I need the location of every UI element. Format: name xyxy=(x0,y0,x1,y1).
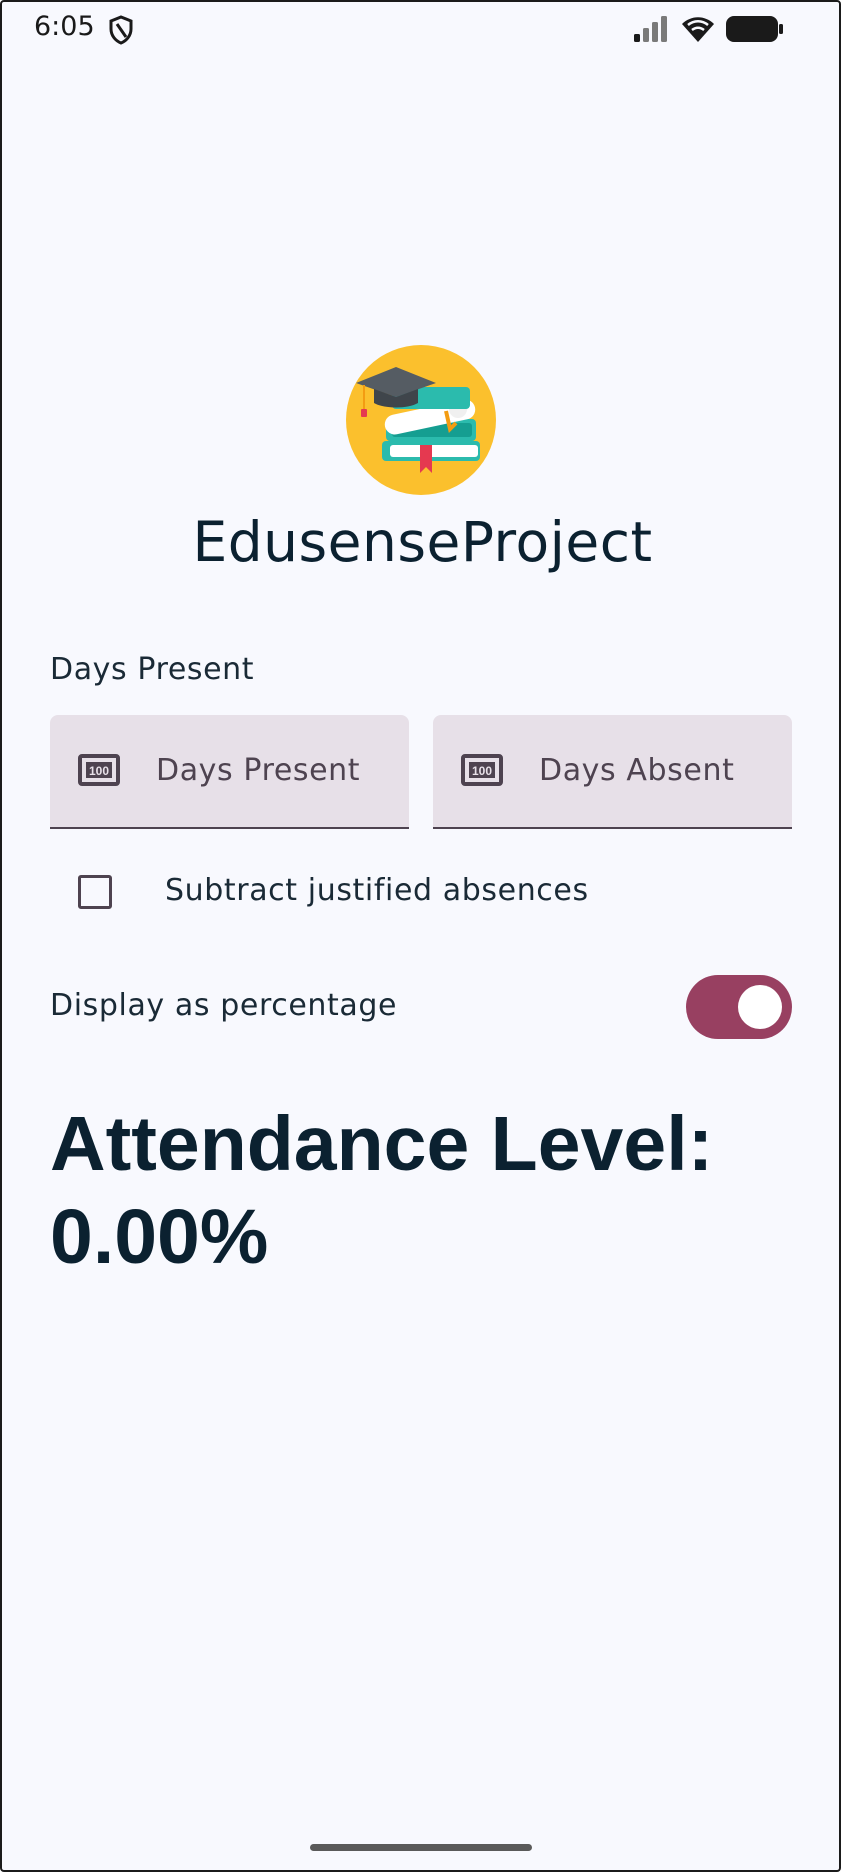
svg-text:100: 100 xyxy=(89,764,109,778)
cellular-signal-icon xyxy=(634,16,667,42)
svg-text:100: 100 xyxy=(472,764,492,778)
subtract-justified-checkbox[interactable] xyxy=(78,875,112,909)
app-title: EdusenseProject xyxy=(192,510,653,574)
graduation-books-logo xyxy=(346,345,496,495)
switch-thumb xyxy=(738,985,782,1029)
display-percentage-label: Display as percentage xyxy=(50,988,398,1023)
numeric-keypad-icon: 100 xyxy=(78,754,120,786)
gesture-nav-handle[interactable] xyxy=(310,1844,532,1851)
shield-icon xyxy=(109,15,133,45)
wifi-icon xyxy=(682,17,714,42)
numeric-keypad-icon: 100 xyxy=(461,754,503,786)
days-present-field[interactable]: 100 xyxy=(50,715,409,829)
display-percentage-row: Display as percentage xyxy=(50,972,792,1042)
battery-icon xyxy=(726,16,783,42)
section-label: Days Present xyxy=(50,652,255,687)
status-time: 6:05 xyxy=(34,11,95,42)
days-present-input[interactable] xyxy=(156,745,396,795)
status-bar: 6:05 xyxy=(2,2,839,58)
subtract-justified-label: Subtract justified absences xyxy=(165,873,589,908)
days-absent-input[interactable] xyxy=(539,745,779,795)
app-screen: 6:05 EdusenseProject Days Present 100 Da… xyxy=(0,0,841,1872)
attendance-level-text: Attendance Level: 0.00% xyxy=(50,1101,714,1280)
display-percentage-switch[interactable] xyxy=(686,975,792,1039)
days-absent-field[interactable]: 100 xyxy=(433,715,792,829)
subtract-justified-row[interactable]: Subtract justified absences xyxy=(50,857,750,927)
